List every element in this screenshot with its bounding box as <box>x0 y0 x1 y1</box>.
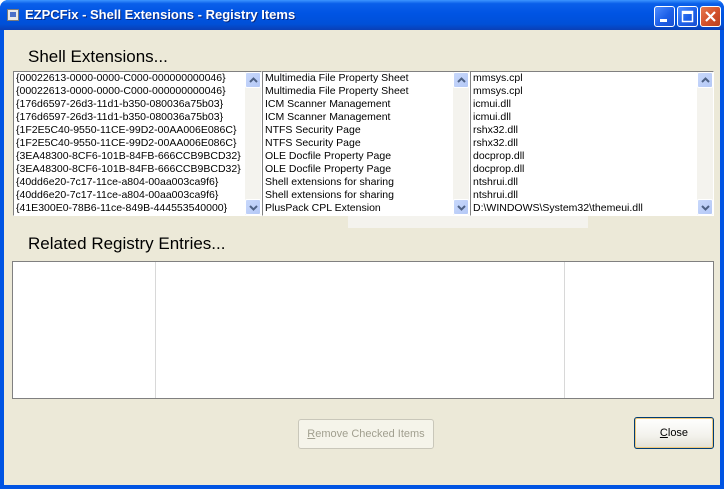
scroll-down-button[interactable] <box>453 199 469 215</box>
close-window-button[interactable] <box>700 6 721 27</box>
extension-name-list-item[interactable]: Shell extensions for sharing <box>265 176 453 189</box>
grid-column-divider <box>564 262 565 398</box>
file-path-list-item[interactable]: ntshrui.dll <box>473 189 697 202</box>
grid-column-divider <box>155 262 156 398</box>
extension-name-list-item[interactable]: NTFS Security Page <box>265 137 453 150</box>
title-bar[interactable]: EZPCFix - Shell Extensions - Registry It… <box>0 0 724 30</box>
clsid-list-item[interactable]: {176d6597-26d3-11d1-b350-080036a75b03} <box>16 111 245 124</box>
chevron-down-icon <box>249 205 258 211</box>
app-icon[interactable] <box>7 9 19 21</box>
extension-name-list-item[interactable]: ICM Scanner Management <box>265 111 453 124</box>
close-icon <box>705 11 716 22</box>
extension-name-list[interactable]: Multimedia File Property Sheet Multimedia… <box>262 71 470 216</box>
scroll-up-button[interactable] <box>453 72 469 88</box>
extension-name-list-item[interactable]: Multimedia File Property Sheet <box>265 72 453 85</box>
registry-entries-grid[interactable] <box>12 261 714 399</box>
window-title: EZPCFix - Shell Extensions - Registry It… <box>25 7 296 22</box>
name-list-scrollbar[interactable] <box>453 72 469 215</box>
chevron-down-icon <box>457 205 466 211</box>
file-path-list-item[interactable]: icmui.dll <box>473 98 697 111</box>
minimize-icon <box>660 19 667 22</box>
remove-checked-items-button[interactable]: Remove Checked Items <box>298 419 434 449</box>
horizontal-scrollbar[interactable] <box>348 216 588 228</box>
file-path-list-item[interactable]: icmui.dll <box>473 111 697 124</box>
minimize-button[interactable] <box>654 6 675 27</box>
chevron-up-icon <box>457 77 466 83</box>
clsid-list-item[interactable]: {1F2E5C40-9550-11CE-99D2-00AA006E086C} <box>16 137 245 150</box>
clsid-list-scrollbar[interactable] <box>245 72 261 215</box>
clsid-list-item[interactable]: {3EA48300-8CF6-101B-84FB-666CCB9BCD32} <box>16 150 245 163</box>
related-entries-heading: Related Registry Entries... <box>28 234 226 253</box>
chevron-down-icon <box>701 205 710 211</box>
clsid-list-item[interactable]: {40dd6e20-7c17-11ce-a804-00aa003ca9f6} <box>16 189 245 202</box>
clsid-list[interactable]: {00022613-0000-0000-C000-000000000046} {0… <box>13 71 262 216</box>
scroll-down-button[interactable] <box>697 199 713 215</box>
window-frame: EZPCFix - Shell Extensions - Registry It… <box>0 0 724 489</box>
file-path-list-item[interactable]: mmsys.cpl <box>473 72 697 85</box>
clsid-list-item[interactable]: {40dd6e20-7c17-11ce-a804-00aa003ca9f6} <box>16 176 245 189</box>
chevron-up-icon <box>249 77 258 83</box>
file-path-list-item[interactable]: docprop.dll <box>473 150 697 163</box>
extension-name-list-item[interactable]: NTFS Security Page <box>265 124 453 137</box>
extension-name-list-item[interactable]: Shell extensions for sharing <box>265 189 453 202</box>
scroll-down-button[interactable] <box>245 199 261 215</box>
shell-extensions-heading: Shell Extensions... <box>28 47 168 66</box>
chevron-up-icon <box>701 77 710 83</box>
file-path-list-item[interactable]: rshx32.dll <box>473 124 697 137</box>
extension-name-list-item[interactable]: Multimedia File Property Sheet <box>265 85 453 98</box>
file-path-list[interactable]: mmsys.cpl mmsys.cpl icmui.dll icmui.dll rshx… <box>470 71 714 216</box>
scroll-up-button[interactable] <box>697 72 713 88</box>
dialog-client-area: Shell Extensions... {00022613-0000-0000-… <box>4 30 720 485</box>
clsid-list-item[interactable]: {176d6597-26d3-11d1-b350-080036a75b03} <box>16 98 245 111</box>
file-path-list-item[interactable]: rshx32.dll <box>473 137 697 150</box>
clsid-list-item[interactable]: {3EA48300-8CF6-101B-84FB-666CCB9BCD32} <box>16 163 245 176</box>
clsid-list-item[interactable]: {00022613-0000-0000-C000-000000000046} <box>16 72 245 85</box>
extension-name-list-item[interactable]: ICM Scanner Management <box>265 98 453 111</box>
clsid-list-item[interactable]: {41E300E0-78B6-11ce-849B-444553540000} <box>16 202 245 215</box>
file-path-list-item[interactable]: mmsys.cpl <box>473 85 697 98</box>
extension-name-list-item[interactable]: OLE Docfile Property Page <box>265 150 453 163</box>
scroll-up-button[interactable] <box>245 72 261 88</box>
file-list-scrollbar[interactable] <box>697 72 713 215</box>
close-button[interactable]: Close <box>634 417 714 449</box>
extension-name-list-item[interactable]: OLE Docfile Property Page <box>265 163 453 176</box>
extension-name-list-item[interactable]: PlusPack CPL Extension <box>265 202 453 215</box>
clsid-list-item[interactable]: {00022613-0000-0000-C000-000000000046} <box>16 85 245 98</box>
maximize-icon <box>681 10 694 23</box>
file-path-list-item[interactable]: D:\WINDOWS\System32\themeui.dll <box>473 202 697 215</box>
file-path-list-item[interactable]: docprop.dll <box>473 163 697 176</box>
maximize-button[interactable] <box>677 6 698 27</box>
clsid-list-item[interactable]: {1F2E5C40-9550-11CE-99D2-00AA006E086C} <box>16 124 245 137</box>
file-path-list-item[interactable]: ntshrui.dll <box>473 176 697 189</box>
